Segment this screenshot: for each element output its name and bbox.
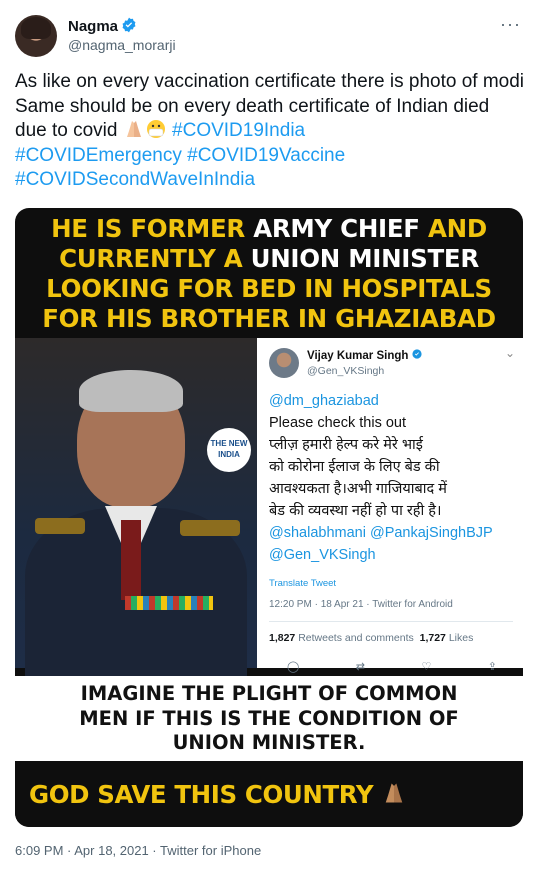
share-icon: ⇪ [487, 661, 497, 673]
chevron-down-icon: ⌄ [504, 346, 515, 360]
embedded-mention: @dm_ghaziabad [269, 393, 379, 409]
embedded-author-name: Vijay Kumar Singh [307, 349, 422, 362]
embedded-tweet-screenshot: Vijay Kumar Singh @Gen_VKSingh ⌄ @dm_gha… [257, 338, 523, 673]
embedded-avatar [269, 348, 299, 378]
headline-text: AND [419, 214, 487, 243]
embedded-mention: @Gen_VKSingh [269, 547, 376, 563]
headline-line: FOR HIS BROTHER IN GHAZIABAD [15, 304, 523, 334]
embedded-text-line: बेड की व्यवस्था नहीं हो पा रही है। [269, 503, 442, 519]
tweet-media-image[interactable]: HE IS FORMER ARMY CHIEF AND CURRENTLY A … [15, 208, 523, 827]
embedded-text-line: आवश्यकता है।अभी गाजियाबाद में [269, 481, 447, 497]
face-with-mask-emoji-icon [145, 119, 167, 139]
embedded-text-line: Please check this out [269, 415, 407, 431]
author-name[interactable]: Nagma [68, 18, 118, 35]
caption-line: IMAGINE THE PLIGHT OF COMMON [80, 682, 458, 705]
the-new-india-logo: THE NEW INDIA [207, 428, 251, 472]
author-name-row[interactable]: Nagma [68, 17, 137, 37]
army-officer-photo: THE NEW INDIA [15, 338, 257, 678]
image-caption: IMAGINE THE PLIGHT OF COMMON MEN IF THIS… [15, 676, 523, 761]
headline-text: CURRENTLY A [59, 244, 243, 273]
folded-hands-icon [386, 783, 403, 803]
hashtag-link[interactable]: #COVIDSecondWaveInIndia [15, 169, 255, 190]
headline-text: FOR HIS BROTHER IN GHAZIABAD [42, 304, 496, 333]
image-headline: HE IS FORMER ARMY CHIEF AND CURRENTLY A … [15, 214, 523, 334]
embedded-actions: ◯ ⇄ ♡ ⇪ [287, 660, 497, 673]
headline-line: HE IS FORMER ARMY CHIEF AND [15, 214, 523, 244]
tweet-text: As like on every vaccination certificate… [15, 70, 525, 193]
embedded-stats: 1,827 Retweets and comments 1,727 Likes [269, 632, 474, 644]
headline-line: CURRENTLY A UNION MINISTER [15, 244, 523, 274]
hashtag-link[interactable]: #COVID19India [172, 120, 305, 141]
caption-line: MEN IF THIS IS THE CONDITION OF [79, 706, 459, 730]
author-handle[interactable]: @nagma_morarji [68, 37, 176, 53]
footer-banner: GOD SAVE THIS COUNTRY [15, 764, 523, 827]
hashtag-link[interactable]: #COVIDEmergency [15, 145, 182, 166]
retweet-icon: ⇄ [355, 661, 365, 673]
tweet-timestamp[interactable]: 6:09 PM · Apr 18, 2021 · Twitter for iPh… [15, 843, 261, 858]
like-icon: ♡ [421, 661, 432, 673]
reply-icon: ◯ [287, 661, 300, 673]
embedded-verified-icon [412, 349, 422, 359]
verified-badge-icon [121, 17, 137, 37]
more-options-icon[interactable]: ··· [500, 14, 521, 35]
footer-text: GOD SAVE THIS COUNTRY [29, 780, 407, 809]
embedded-translate-link: Translate Tweet [269, 578, 337, 589]
headline-text: LOOKING FOR BED IN HOSPITALS [46, 274, 492, 303]
embedded-text-line: प्लीज़ हमारी हेल्प करे मेरे भाई [269, 437, 423, 453]
caption-line: UNION MINISTER. [172, 731, 366, 754]
embedded-divider [269, 621, 513, 622]
hashtag-link[interactable]: #COVID19Vaccine [187, 145, 345, 166]
embedded-text-line: को कोरोना ईलाज के लिए बेड की [269, 459, 440, 475]
headline-line: LOOKING FOR BED IN HOSPITALS [15, 274, 523, 304]
headline-text: HE IS FORMER [51, 214, 245, 243]
embedded-mention: @shalabhmani @PankajSinghBJP [269, 525, 493, 541]
embedded-timestamp: 12:20 PM · 18 Apr 21 · Twitter for Andro… [269, 599, 453, 610]
author-avatar[interactable] [15, 15, 57, 57]
embedded-handle: @Gen_VKSingh [307, 365, 385, 377]
headline-text: ARMY CHIEF [244, 214, 420, 243]
embedded-tweet-body: @dm_ghaziabad Please check this out प्ली… [269, 390, 517, 566]
folded-hands-emoji-icon [123, 119, 145, 139]
headline-text: UNION MINISTER [242, 244, 480, 273]
